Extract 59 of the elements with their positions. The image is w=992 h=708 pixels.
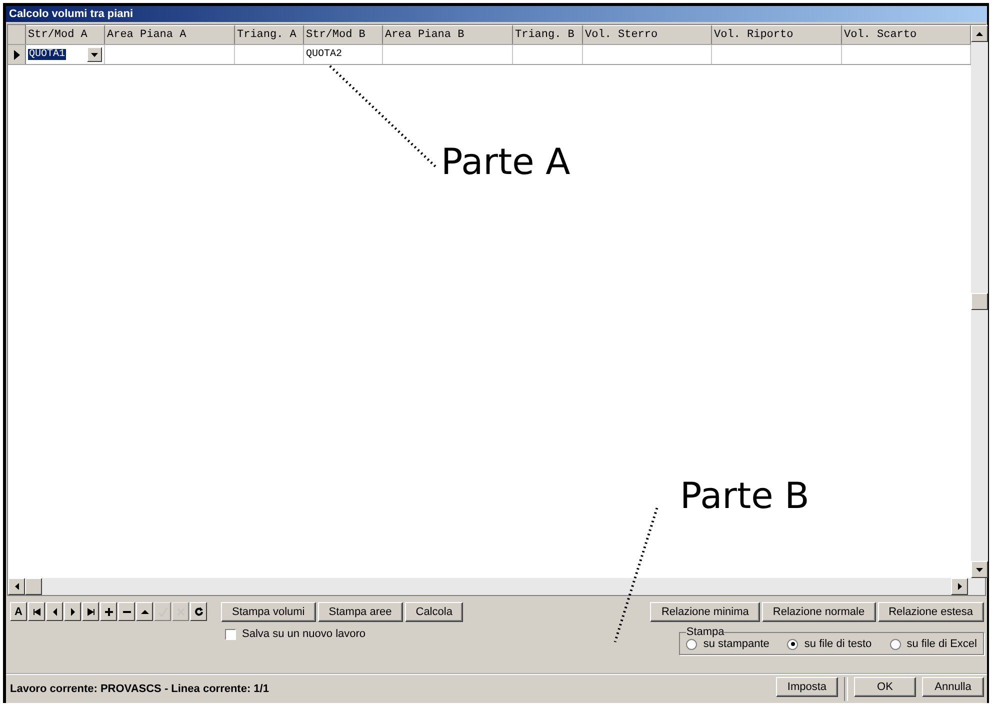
column-header[interactable]: Area Piana B: [383, 25, 513, 44]
navigator-button[interactable]: [28, 602, 45, 621]
table-cell: QUOTA2: [306, 49, 342, 60]
plus-icon: [104, 606, 114, 616]
navigator-button[interactable]: [82, 602, 99, 621]
first-icon: [32, 606, 42, 616]
window-title: Calcolo volumi tra piani: [6, 6, 987, 22]
action-button[interactable]: Stampa aree: [318, 602, 403, 622]
scroll-left-button[interactable]: [8, 578, 25, 595]
radio-button[interactable]: [686, 638, 698, 650]
navigator-button[interactable]: [190, 602, 207, 621]
column-header[interactable]: Vol. Scarto: [842, 25, 971, 44]
annotation-label: Parte B: [680, 476, 810, 517]
column-header[interactable]: Triang. A: [235, 25, 304, 44]
scroll-up-button[interactable]: [971, 25, 988, 42]
dialog-button[interactable]: OK: [854, 677, 916, 697]
refresh-icon: [194, 606, 204, 616]
last-icon: [86, 606, 96, 616]
column-header[interactable]: Vol. Sterro: [583, 25, 712, 44]
navigator-button[interactable]: [100, 602, 117, 621]
navigator-button[interactable]: [118, 602, 135, 621]
status-text: Lavoro corrente: PROVASCS - Linea corrente: 1/1: [10, 683, 269, 695]
radio-button[interactable]: [787, 638, 798, 650]
radio-button[interactable]: [890, 638, 901, 650]
action-button[interactable]: Stampa volumi: [221, 602, 316, 622]
report-button[interactable]: Relazione normale: [762, 602, 876, 622]
down-arrow-icon: [976, 568, 983, 572]
dialog-button[interactable]: Annulla: [922, 677, 984, 697]
scroll-down-button[interactable]: [971, 561, 988, 578]
radio-label: su file di Excel: [906, 638, 977, 650]
navigator-button[interactable]: [46, 602, 63, 621]
navigator-button[interactable]: A: [10, 602, 27, 621]
column-header[interactable]: Area Piana A: [105, 25, 235, 44]
radio-label: su file di testo: [804, 638, 872, 650]
navigator-button[interactable]: [64, 602, 81, 621]
dialog-button[interactable]: Imposta: [776, 677, 838, 697]
up-arrow-icon: [976, 32, 983, 36]
column-header[interactable]: Str/Mod B: [304, 25, 383, 44]
report-button[interactable]: Relazione estesa: [878, 602, 984, 622]
radio-label: su stampante: [703, 638, 770, 650]
right-arrow-icon: [958, 583, 962, 590]
caret-icon: [91, 52, 98, 56]
group-title: Stampa: [686, 626, 724, 638]
checkbox-label: Salva su un nuovo lavoro: [242, 628, 366, 640]
dropdown-button[interactable]: [87, 47, 102, 62]
dropdown-value[interactable]: QUOTA1: [28, 49, 66, 60]
scroll-thumb[interactable]: [25, 578, 42, 595]
column-header[interactable]: Vol. Riporto: [712, 25, 842, 44]
row-indicator[interactable]: [8, 45, 26, 64]
left-arrow-icon: [14, 583, 18, 590]
column-header[interactable]: Triang. B: [513, 25, 583, 44]
annotation-label: Parte A: [441, 142, 570, 183]
scroll-right-button[interactable]: [951, 578, 968, 595]
scroll-thumb[interactable]: [971, 293, 988, 310]
column-header[interactable]: Str/Mod A: [26, 25, 105, 44]
action-button[interactable]: Calcola: [404, 602, 464, 622]
report-button[interactable]: Relazione minima: [650, 602, 760, 622]
checkbox[interactable]: [225, 628, 236, 640]
navigator-button[interactable]: [136, 602, 153, 621]
